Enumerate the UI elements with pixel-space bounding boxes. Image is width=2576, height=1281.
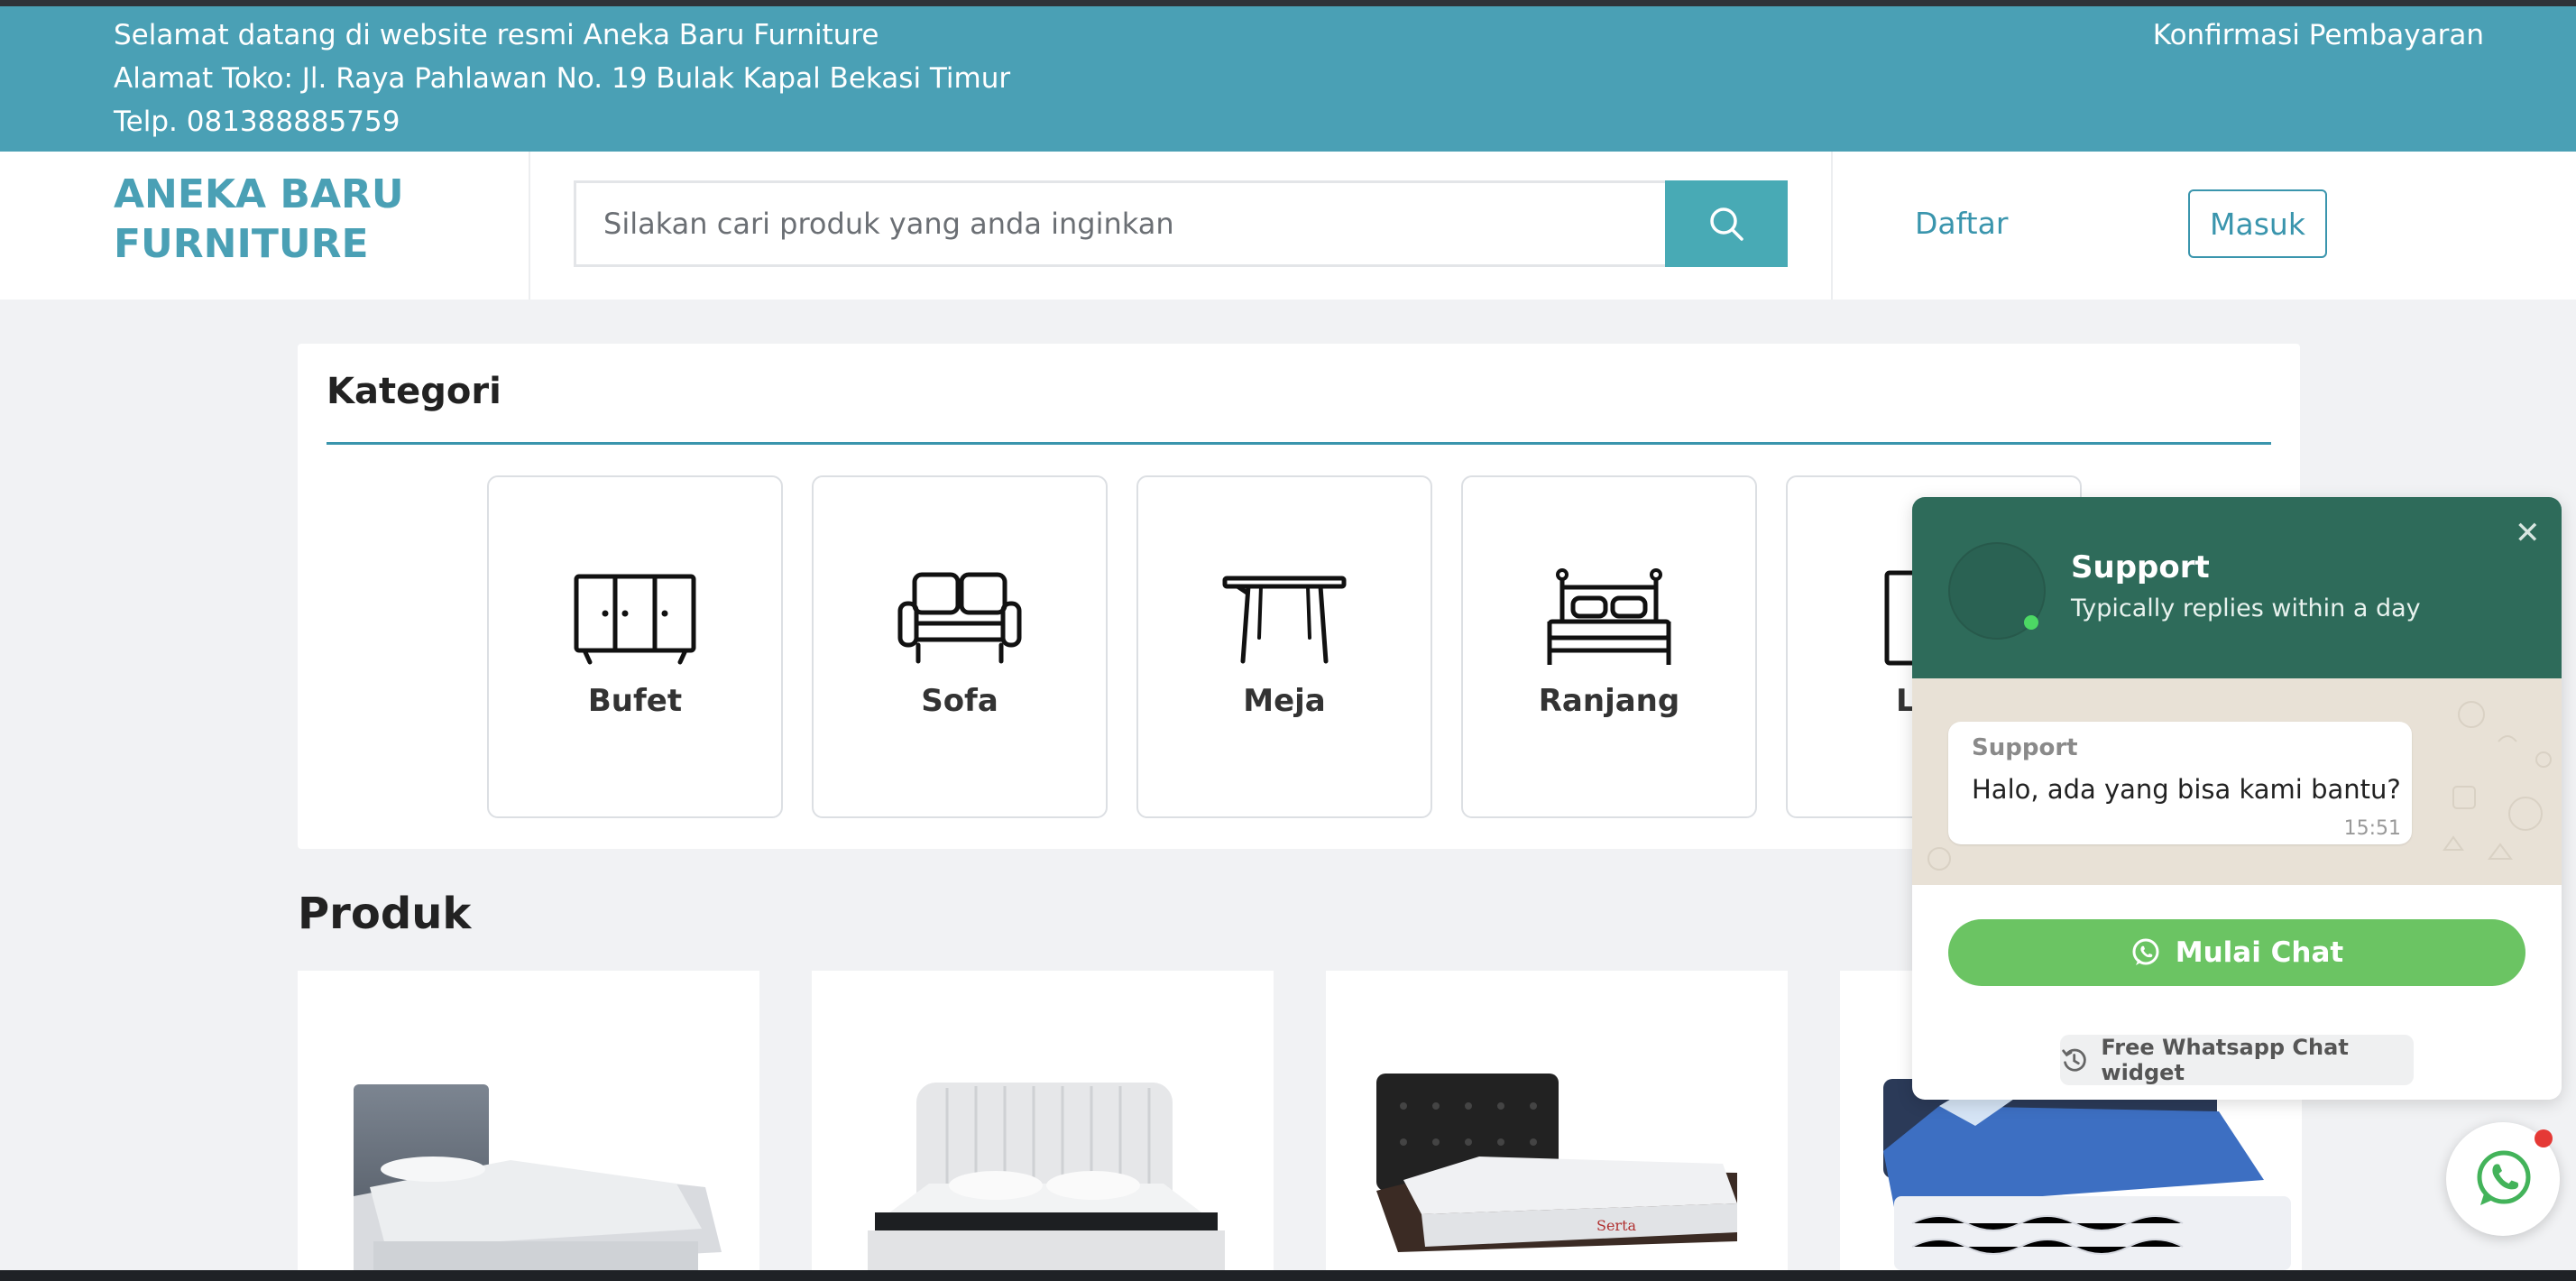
- product-image-bed: [354, 1084, 722, 1270]
- message-text: Halo, ada yang bisa kami bantu?: [1972, 774, 2401, 805]
- product-image-bed: [868, 1083, 1225, 1270]
- header-divider: [529, 152, 530, 300]
- whatsapp-chat-popup: Support Typically replies within a day ✕…: [1912, 497, 2562, 1100]
- sofa-icon: [897, 572, 1022, 664]
- logo-line-2: FURNITURE: [114, 221, 369, 267]
- category-label: Meja: [1243, 683, 1326, 719]
- category-item-ranjang[interactable]: Ranjang: [1461, 475, 1757, 818]
- message-sender: Support: [1972, 734, 2078, 761]
- message-time: 15:51: [2343, 817, 2401, 840]
- browser-frame-bottom: [0, 1270, 2576, 1281]
- category-divider: [327, 442, 2271, 445]
- login-button[interactable]: Masuk: [2188, 189, 2327, 258]
- cabinet-icon: [574, 574, 696, 665]
- free-widget-badge[interactable]: Free Whatsapp Chat widget: [2060, 1035, 2414, 1085]
- store-address: Alamat Toko: Jl. Raya Pahlawan No. 19 Bu…: [114, 62, 1011, 95]
- whatsapp-icon: [2477, 1150, 2531, 1205]
- site-logo[interactable]: ANEKA BARU FURNITURE: [114, 170, 404, 269]
- chat-message-area: Support Halo, ada yang bisa kami bantu? …: [1912, 678, 2562, 885]
- search-icon: [1710, 207, 1743, 241]
- category-item-meja[interactable]: Meja: [1136, 475, 1432, 818]
- site-header: ANEKA BARU FURNITURE Daftar Masuk: [0, 152, 2576, 300]
- online-status-dot: [2024, 615, 2038, 630]
- payment-confirmation-link[interactable]: Konfirmasi Pembayaran: [2153, 19, 2484, 51]
- table-icon: [1222, 576, 1347, 664]
- svg-text:Serta: Serta: [1596, 1217, 1637, 1234]
- category-label: Sofa: [921, 683, 998, 719]
- chat-agent-status: Typically replies within a day: [2071, 594, 2421, 622]
- product-card[interactable]: [812, 971, 1274, 1270]
- search-button[interactable]: [1665, 180, 1788, 267]
- product-section-title: Produk: [298, 889, 472, 939]
- search-input[interactable]: [574, 180, 1665, 267]
- welcome-text: Selamat datang di website resmi Aneka Ba…: [114, 19, 879, 51]
- product-card[interactable]: Serta: [1326, 971, 1788, 1270]
- chat-header: Support Typically replies within a day ✕: [1912, 497, 2562, 678]
- bed-icon: [1547, 568, 1671, 665]
- whatsapp-icon: [2132, 938, 2159, 965]
- notification-dot: [2535, 1129, 2553, 1147]
- category-label: Ranjang: [1538, 683, 1680, 719]
- search-bar: [574, 180, 1788, 267]
- start-chat-label: Mulai Chat: [2175, 936, 2344, 969]
- category-label: Bufet: [587, 683, 683, 719]
- product-card[interactable]: [298, 971, 759, 1270]
- register-link[interactable]: Daftar: [1915, 206, 2008, 241]
- category-title: Kategori: [327, 371, 501, 412]
- history-icon: [2062, 1048, 2086, 1072]
- top-info-bar: Selamat datang di website resmi Aneka Ba…: [0, 6, 2576, 152]
- header-divider: [1831, 152, 1833, 300]
- category-item-sofa[interactable]: Sofa: [812, 475, 1108, 818]
- category-item-bufet[interactable]: Bufet: [487, 475, 783, 818]
- logo-line-1: ANEKA BARU: [114, 171, 404, 217]
- start-chat-button[interactable]: Mulai Chat: [1948, 919, 2525, 986]
- close-icon[interactable]: ✕: [2515, 515, 2541, 551]
- chat-agent-name: Support: [2071, 549, 2210, 585]
- product-image-bed: Serta: [1376, 1074, 1737, 1252]
- browser-frame-top: [0, 0, 2576, 6]
- free-widget-label: Free Whatsapp Chat widget: [2101, 1035, 2349, 1085]
- chat-message-bubble: Support Halo, ada yang bisa kami bantu? …: [1948, 722, 2412, 844]
- store-phone: Telp. 081388885759: [114, 106, 400, 138]
